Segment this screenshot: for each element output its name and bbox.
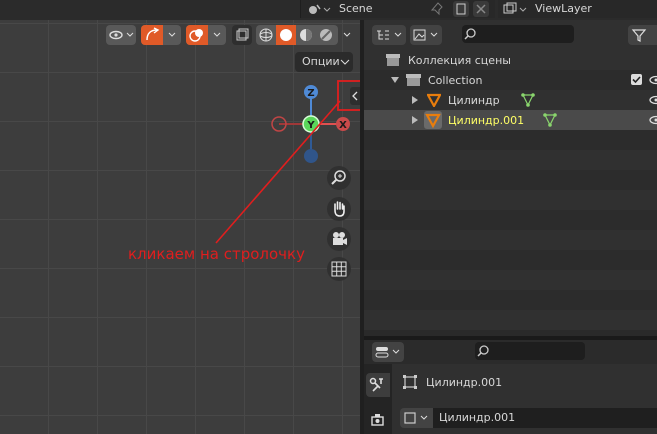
search-icon — [477, 345, 489, 357]
annotation-text: кликаем на стролочку — [128, 245, 305, 263]
outliner-row-collection[interactable]: Collection — [364, 70, 657, 90]
object-mesh-icon — [427, 93, 441, 107]
outliner-header — [364, 20, 657, 50]
selected-object-label: Цилиндр.001 — [448, 114, 525, 127]
outliner-empty-row — [364, 310, 657, 330]
tab-tool[interactable] — [366, 373, 390, 397]
object-mesh-icon — [425, 113, 441, 129]
outliner-empty-row — [364, 130, 657, 150]
collection-box-icon — [406, 74, 421, 86]
render-camera-icon — [371, 414, 384, 426]
object-label: Цилиндр — [448, 94, 500, 107]
annotation-pointer-line — [215, 100, 341, 244]
active-object-highlight — [424, 111, 442, 129]
object-browse-dropdown[interactable] — [400, 408, 433, 428]
outliner-search-input[interactable] — [462, 25, 574, 43]
collection-box-icon — [386, 54, 400, 66]
outliner-empty-row — [364, 230, 657, 250]
eye-icon[interactable] — [648, 114, 657, 126]
wrench-screwdriver-icon — [369, 377, 383, 392]
checkmark-icon — [632, 76, 641, 84]
expand-triangle-icon[interactable] — [411, 116, 419, 124]
object-name-label: Цилиндр.001 — [426, 376, 503, 389]
image-icon — [413, 29, 438, 41]
display-mode-dropdown[interactable] — [372, 25, 406, 45]
outliner-empty-row — [364, 290, 657, 310]
object-icon — [403, 375, 417, 389]
expand-triangle-icon[interactable] — [391, 76, 399, 84]
scene-collection-label: Коллекция сцены — [408, 54, 511, 67]
collection-label: Collection — [428, 74, 483, 87]
expand-triangle-icon[interactable] — [411, 96, 419, 104]
outliner-empty-row — [364, 190, 657, 210]
object-icon — [404, 412, 428, 424]
outliner-empty-row — [364, 210, 657, 230]
mesh-data-icon[interactable] — [520, 92, 536, 108]
outliner-row-scene-collection[interactable]: Коллекция сцены — [364, 50, 657, 70]
eye-icon[interactable] — [648, 74, 657, 86]
object-name-field[interactable]: Цилиндр.001 — [433, 408, 657, 428]
funnel-icon — [631, 29, 647, 42]
search-icon — [464, 28, 476, 40]
outliner-row-object[interactable]: Цилиндр — [364, 90, 657, 110]
object-name-field-value: Цилиндр.001 — [439, 411, 516, 424]
outliner-row-object-selected[interactable]: Цилиндр.001 — [364, 110, 657, 130]
mesh-data-icon[interactable] — [542, 112, 558, 128]
outliner-empty-row — [364, 250, 657, 270]
outliner-empty-row — [364, 170, 657, 190]
tab-render[interactable] — [366, 409, 390, 431]
filter-dropdown[interactable] — [628, 25, 657, 45]
eye-icon[interactable] — [648, 94, 657, 106]
editor-type-dropdown[interactable] — [372, 342, 404, 362]
outliner-empty-row — [364, 150, 657, 170]
properties-toggle-icon — [375, 347, 400, 358]
outliner-empty-row — [364, 270, 657, 290]
outliner-list-icon — [377, 30, 402, 40]
properties-search-input[interactable] — [475, 342, 585, 360]
collection-checkbox[interactable] — [631, 74, 642, 85]
filter-view-dropdown[interactable] — [410, 25, 442, 45]
